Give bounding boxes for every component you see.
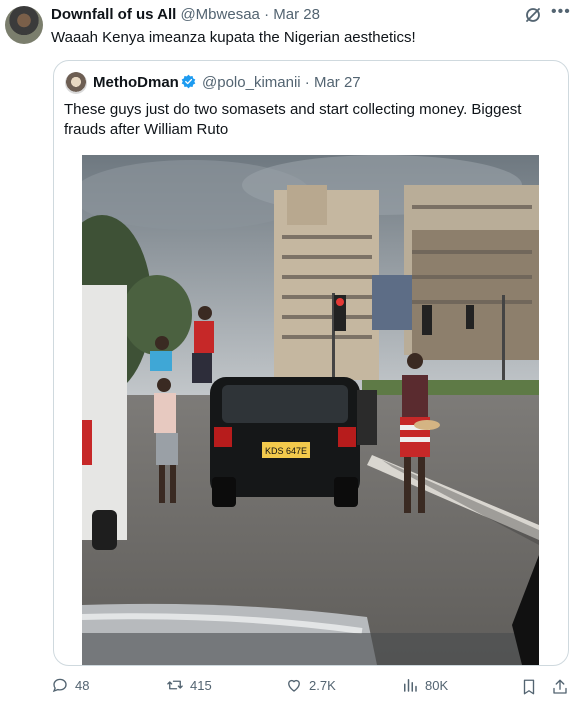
views-button[interactable]: 80K — [401, 676, 448, 694]
quoted-header: MethoDman @polo_kimanii · Mar 27 — [93, 74, 361, 91]
quoted-author-handle[interactable]: @polo_kimanii — [202, 74, 301, 91]
quoted-date[interactable]: Mar 27 — [314, 74, 361, 91]
like-button[interactable]: 2.7K — [285, 676, 336, 694]
header-separator: · — [264, 6, 270, 23]
reply-count: 48 — [75, 677, 90, 693]
bookmark-icon[interactable] — [520, 678, 538, 696]
like-count: 2.7K — [309, 677, 336, 693]
license-plate: KDS 647E — [265, 446, 307, 456]
views-icon — [404, 679, 417, 692]
tweet-header: Downfall of us All @Mbwesaa · Mar 28 — [51, 6, 320, 23]
quoted-separator: · — [304, 74, 310, 91]
grok-icon[interactable] — [523, 5, 543, 25]
like-icon — [288, 679, 300, 692]
author-name[interactable]: Downfall of us All — [51, 6, 176, 23]
views-count: 80K — [425, 677, 449, 693]
quoted-author-name[interactable]: MethoDman — [93, 74, 179, 91]
repost-count: 415 — [190, 677, 212, 693]
quoted-author-avatar[interactable] — [65, 72, 87, 94]
quoted-text: These guys just do two somasets and star… — [64, 101, 522, 138]
repost-button[interactable]: 415 — [166, 676, 212, 694]
share-icon[interactable] — [551, 678, 569, 696]
tweet-date[interactable]: Mar 28 — [273, 6, 320, 23]
street-photo[interactable]: KDS 647E — [82, 155, 539, 665]
reply-button[interactable]: 48 — [51, 676, 89, 694]
author-handle[interactable]: @Mbwesaa — [180, 6, 259, 23]
author-avatar[interactable] — [5, 6, 43, 44]
reply-icon — [52, 678, 67, 693]
verified-icon — [181, 74, 196, 89]
more-icon[interactable]: ••• — [551, 3, 571, 21]
action-bar: 48 415 2.7K 80K — [0, 676, 581, 700]
tweet-text: Waaah Kenya imeanza kupata the Nigerian … — [51, 29, 416, 46]
quoted-tweet[interactable]: MethoDman @polo_kimanii · Mar 27 These g… — [53, 60, 569, 666]
repost-icon — [167, 680, 183, 690]
